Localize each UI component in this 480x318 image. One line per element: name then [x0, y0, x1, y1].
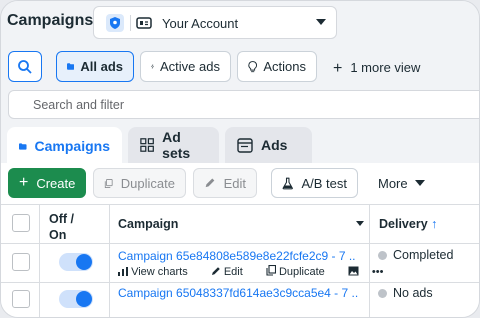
account-selector[interactable]: Your Account [93, 6, 337, 39]
search-filter-input[interactable]: Search and filter [8, 90, 479, 119]
delivery-status: No ads [393, 286, 433, 300]
ads-manager-window: Campaigns Your Account All ads Active ad… [0, 0, 480, 318]
all-ads-label: All ads [80, 59, 123, 74]
campaign-toggle[interactable] [59, 253, 93, 271]
account-name: Your Account [162, 16, 239, 31]
more-actions-button[interactable]: ••• [372, 266, 384, 278]
preview-action[interactable] [348, 266, 362, 278]
lightbulb-icon [248, 60, 258, 72]
column-header-off-on[interactable]: Off / On [49, 211, 89, 243]
actions-label: Actions [263, 59, 306, 74]
sort-ascending-icon: ↑ [431, 217, 438, 231]
more-views-label: 1 more view [350, 60, 421, 75]
pencil-icon [205, 178, 215, 188]
campaign-name-link[interactable]: Campaign 65048337fd614ae3c9cca5e4 - 7 .. [118, 286, 358, 300]
edit-label: Edit [223, 175, 246, 191]
top-bar: Campaigns Your Account [1, 1, 479, 45]
column-divider [39, 205, 40, 317]
image-icon [348, 266, 359, 276]
delivery-status-dot [378, 289, 387, 298]
tab-ad-sets[interactable]: Ad sets [128, 127, 219, 163]
flask-icon [282, 177, 293, 189]
table-divider [1, 282, 479, 283]
row-checkbox[interactable] [12, 290, 30, 308]
chevron-down-icon [316, 19, 326, 25]
tab-campaigns-label: Campaigns [34, 138, 110, 154]
active-ads-label: Active ads [160, 59, 220, 74]
column-divider [109, 205, 110, 317]
duplicate-icon [266, 264, 276, 276]
folder-icon [19, 142, 27, 150]
create-button[interactable]: + Create [8, 168, 86, 198]
view-charts-label: View charts [131, 266, 188, 278]
tab-ads[interactable]: Ads [225, 127, 312, 163]
ab-test-label: A/B test [301, 175, 347, 191]
tab-campaigns[interactable]: Campaigns [7, 127, 122, 165]
search-placeholder: Search and filter [33, 98, 125, 112]
ab-test-button[interactable]: A/B test [271, 168, 358, 198]
column-header-delivery[interactable]: Delivery ↑ [379, 217, 437, 231]
ad-icon [237, 137, 253, 153]
delivery-header-label: Delivery [379, 217, 428, 231]
more-views-link[interactable]: +1 more view [333, 59, 420, 77]
row-checkbox[interactable] [12, 253, 30, 271]
tab-ads-label: Ads [261, 137, 288, 153]
actions-view-button[interactable]: Actions [237, 51, 317, 82]
table-divider [1, 204, 479, 205]
grid-icon [140, 138, 154, 152]
delivery-status: Completed [393, 248, 454, 262]
duplicate-label: Duplicate [278, 266, 325, 278]
delivery-status-dot [378, 251, 387, 260]
search-icon [18, 59, 32, 74]
divider [130, 15, 131, 31]
plus-icon: + [19, 174, 29, 191]
duplicate-icon [104, 178, 113, 188]
view-charts-action[interactable]: View charts [118, 266, 201, 278]
duplicate-button[interactable]: Duplicate [93, 168, 186, 198]
chevron-down-icon [415, 180, 425, 186]
shield-icon [106, 14, 124, 32]
active-ads-view-button[interactable]: Active ads [140, 51, 231, 82]
duplicate-action[interactable]: Duplicate [266, 264, 338, 278]
campaign-name-link[interactable]: Campaign 65e84808e589e8e22fcfe2c9 - 7 .. [118, 249, 356, 263]
bar-chart-icon [118, 267, 128, 276]
toggle-knob [76, 254, 92, 270]
column-divider [369, 205, 370, 317]
edit-label: Edit [223, 266, 243, 278]
toggle-knob [76, 291, 92, 307]
campaign-toggle[interactable] [59, 290, 93, 308]
page-title: Campaigns [7, 12, 94, 29]
folder-icon [67, 63, 75, 70]
chevron-down-icon[interactable] [356, 221, 364, 226]
create-label: Create [36, 175, 76, 191]
lightning-icon [151, 64, 154, 69]
ad-account-icon [136, 17, 152, 29]
column-header-campaign[interactable]: Campaign [118, 217, 178, 231]
select-all-checkbox[interactable] [12, 214, 30, 232]
pencil-icon [211, 267, 220, 275]
plus-icon: + [333, 60, 343, 77]
search-button[interactable] [8, 51, 42, 82]
table-divider [1, 243, 479, 244]
more-button[interactable]: More [378, 176, 408, 191]
all-ads-view-button[interactable]: All ads [56, 51, 134, 82]
duplicate-label: Duplicate [120, 175, 175, 191]
tab-ad-sets-label: Ad sets [162, 129, 191, 161]
view-filter-row: All ads Active ads Actions +1 more view [1, 51, 479, 85]
edit-button[interactable]: Edit [193, 168, 257, 198]
row-actions: View charts Edit Duplicate ••• [118, 264, 393, 278]
edit-action[interactable]: Edit [211, 266, 256, 278]
